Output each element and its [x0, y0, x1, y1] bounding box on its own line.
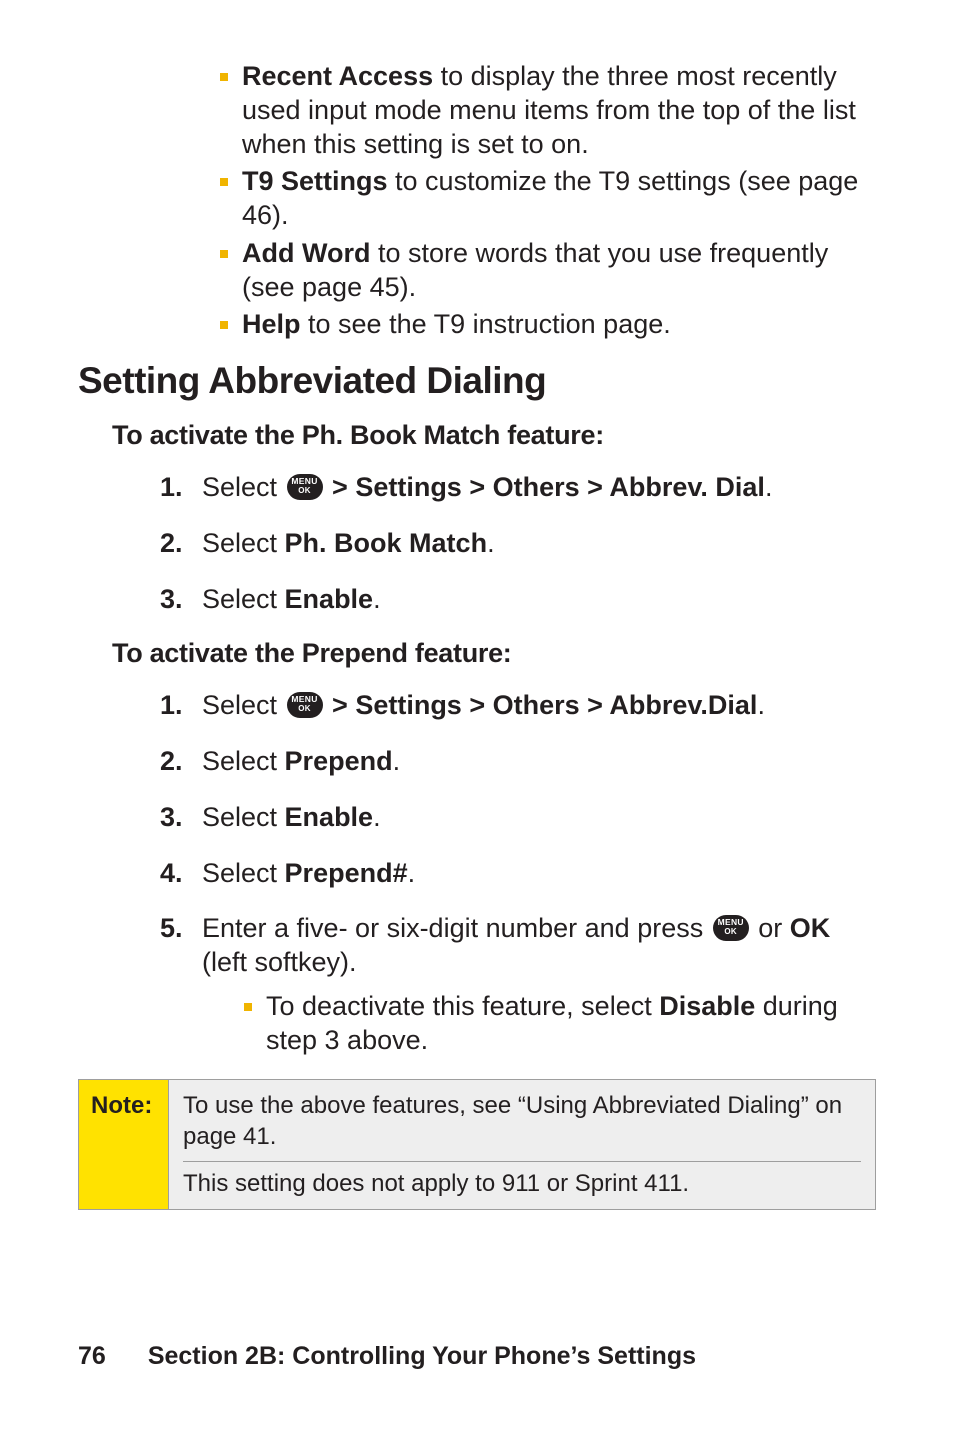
list-item: T9 Settings to customize the T9 settings…: [220, 165, 876, 233]
step-bold: > Settings > Others > Abbrev. Dial: [325, 472, 765, 502]
step-text: Select: [202, 528, 285, 558]
sub-text: To deactivate this feature, select: [266, 991, 659, 1021]
list-item: Recent Access to display the three most …: [220, 60, 876, 161]
step-tail: .: [765, 472, 773, 502]
page-footer: 76 Section 2B: Controlling Your Phone’s S…: [78, 1342, 696, 1371]
step-mid: or: [751, 913, 790, 943]
step-item: Select Prepend#.: [160, 857, 876, 891]
sub-bullet-list: To deactivate this feature, select Disab…: [202, 990, 876, 1058]
page-number: 76: [78, 1342, 106, 1370]
bullet-lead: Help: [242, 309, 301, 339]
step-bold: OK: [790, 913, 831, 943]
note-body: To use the above features, see “Using Ab…: [169, 1080, 875, 1209]
step-item: Select Enable.: [160, 583, 876, 617]
list-item: Help to see the T9 instruction page.: [220, 308, 876, 342]
manual-page: Recent Access to display the three most …: [0, 0, 954, 1431]
step-tail: .: [487, 528, 495, 558]
bullet-lead: T9 Settings: [242, 166, 388, 196]
list-item: To deactivate this feature, select Disab…: [244, 990, 876, 1058]
procedure-heading: To activate the Ph. Book Match feature:: [112, 420, 876, 451]
bullet-rest: to see the T9 instruction page.: [301, 309, 671, 339]
bullet-lead: Add Word: [242, 238, 370, 268]
step-text: Select: [202, 746, 285, 776]
note-row-2: This setting does not apply to 911 or Sp…: [183, 1168, 861, 1199]
steps-list-2: Select MENUOK > Settings > Others > Abbr…: [78, 689, 876, 1057]
step-bold: Enable: [285, 584, 374, 614]
note-box: Note: To use the above features, see “Us…: [78, 1079, 876, 1210]
section-title: Setting Abbreviated Dialing: [78, 360, 876, 402]
step-item: Select Ph. Book Match.: [160, 527, 876, 561]
step-tail: .: [393, 746, 401, 776]
step-bold: > Settings > Others > Abbrev.Dial: [325, 690, 758, 720]
step-text: Select: [202, 690, 285, 720]
step-bold: Enable: [285, 802, 374, 832]
bullet-lead: Recent Access: [242, 61, 433, 91]
note-row-1: To use the above features, see “Using Ab…: [183, 1090, 861, 1161]
step-text: Select: [202, 472, 285, 502]
step-text: Enter a five- or six-digit number and pr…: [202, 913, 711, 943]
step-text: Select: [202, 584, 285, 614]
note-label: Note:: [79, 1080, 169, 1209]
intro-bullet-list: Recent Access to display the three most …: [78, 60, 876, 342]
menu-ok-icon: MENUOK: [287, 692, 323, 718]
step-tail: .: [373, 584, 381, 614]
menu-ok-icon: MENUOK: [287, 474, 323, 500]
menu-ok-icon: MENUOK: [713, 915, 749, 941]
step-tail: (left softkey).: [202, 947, 357, 977]
steps-list-1: Select MENUOK > Settings > Others > Abbr…: [78, 471, 876, 616]
procedure-heading: To activate the Prepend feature:: [112, 638, 876, 669]
step-item: Select MENUOK > Settings > Others > Abbr…: [160, 471, 876, 505]
step-text: Select: [202, 858, 285, 888]
step-tail: .: [408, 858, 416, 888]
step-bold: Ph. Book Match: [285, 528, 488, 558]
step-item: Select Prepend.: [160, 745, 876, 779]
step-item: Enter a five- or six-digit number and pr…: [160, 912, 876, 1057]
step-bold: Prepend#: [285, 858, 408, 888]
step-text: Select: [202, 802, 285, 832]
footer-text: Section 2B: Controlling Your Phone’s Set…: [148, 1342, 696, 1370]
step-item: Select Enable.: [160, 801, 876, 835]
step-tail: .: [373, 802, 381, 832]
list-item: Add Word to store words that you use fre…: [220, 237, 876, 305]
step-bold: Prepend: [285, 746, 393, 776]
sub-bold: Disable: [659, 991, 755, 1021]
step-item: Select MENUOK > Settings > Others > Abbr…: [160, 689, 876, 723]
step-tail: .: [757, 690, 765, 720]
